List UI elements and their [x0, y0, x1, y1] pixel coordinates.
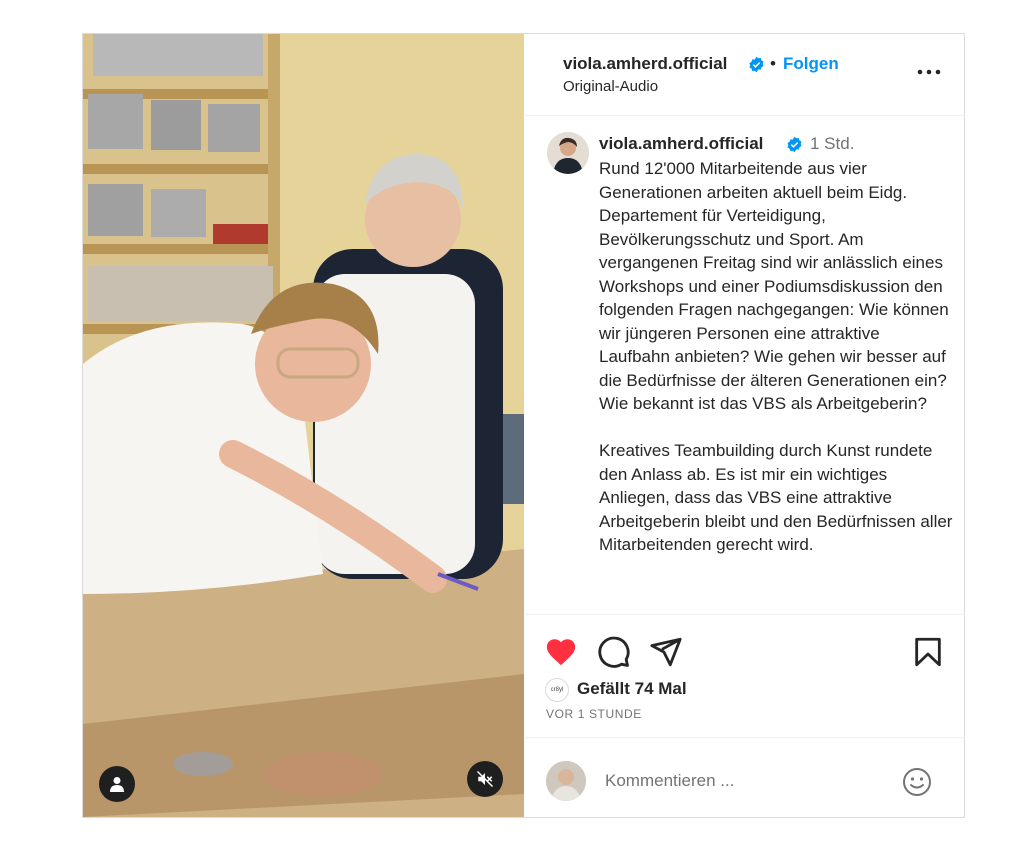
current-user-avatar-image [546, 761, 586, 801]
post-timestamp[interactable]: VOR 1 STUNDE [546, 707, 642, 721]
heart-icon[interactable] [544, 635, 578, 669]
author-avatar-image [547, 132, 589, 174]
post-details-panel: viola.amherd.official • Folgen Original-… [525, 34, 965, 817]
likes-count[interactable]: Gefällt 74 Mal [577, 679, 687, 699]
verified-badge-icon [787, 136, 802, 153]
paper-plane-icon[interactable] [649, 635, 683, 669]
caption-username[interactable]: viola.amherd.official [599, 134, 763, 154]
caption-time-ago[interactable]: 1 Std. [810, 134, 854, 154]
author-username[interactable]: viola.amherd.official [563, 54, 727, 74]
mute-toggle-button[interactable] [467, 761, 503, 797]
author-avatar[interactable] [547, 132, 589, 174]
liker-avatar[interactable]: cr8yl [545, 678, 569, 702]
caption-text: Rund 12'000 Mitarbeitende aus vier Gener… [599, 159, 953, 554]
more-options-icon[interactable] [915, 62, 943, 82]
user-icon [110, 777, 124, 792]
post-header: viola.amherd.official • Folgen Original-… [525, 34, 965, 116]
post-actions: cr8yl Gefällt 74 Mal VOR 1 STUNDE [525, 614, 965, 817]
speaker-muted-icon [476, 770, 494, 788]
bookmark-icon[interactable] [911, 635, 945, 669]
follow-button[interactable]: Folgen [783, 54, 839, 74]
comment-input[interactable] [605, 768, 875, 794]
verified-badge-icon [749, 56, 764, 73]
add-comment-section [525, 737, 965, 818]
instagram-post: viola.amherd.official • Folgen Original-… [82, 33, 965, 818]
video-frame [83, 34, 524, 817]
audio-link[interactable]: Original-Audio [563, 78, 658, 95]
post-video[interactable] [83, 34, 524, 817]
caption-section: viola.amherd.official 1 Std. Rund 12'000… [525, 117, 965, 614]
smiley-icon[interactable] [901, 766, 933, 798]
separator-dot: • [770, 54, 776, 73]
current-user-avatar [546, 761, 586, 801]
tagged-users-button[interactable] [99, 766, 135, 802]
comment-icon[interactable] [597, 635, 631, 669]
